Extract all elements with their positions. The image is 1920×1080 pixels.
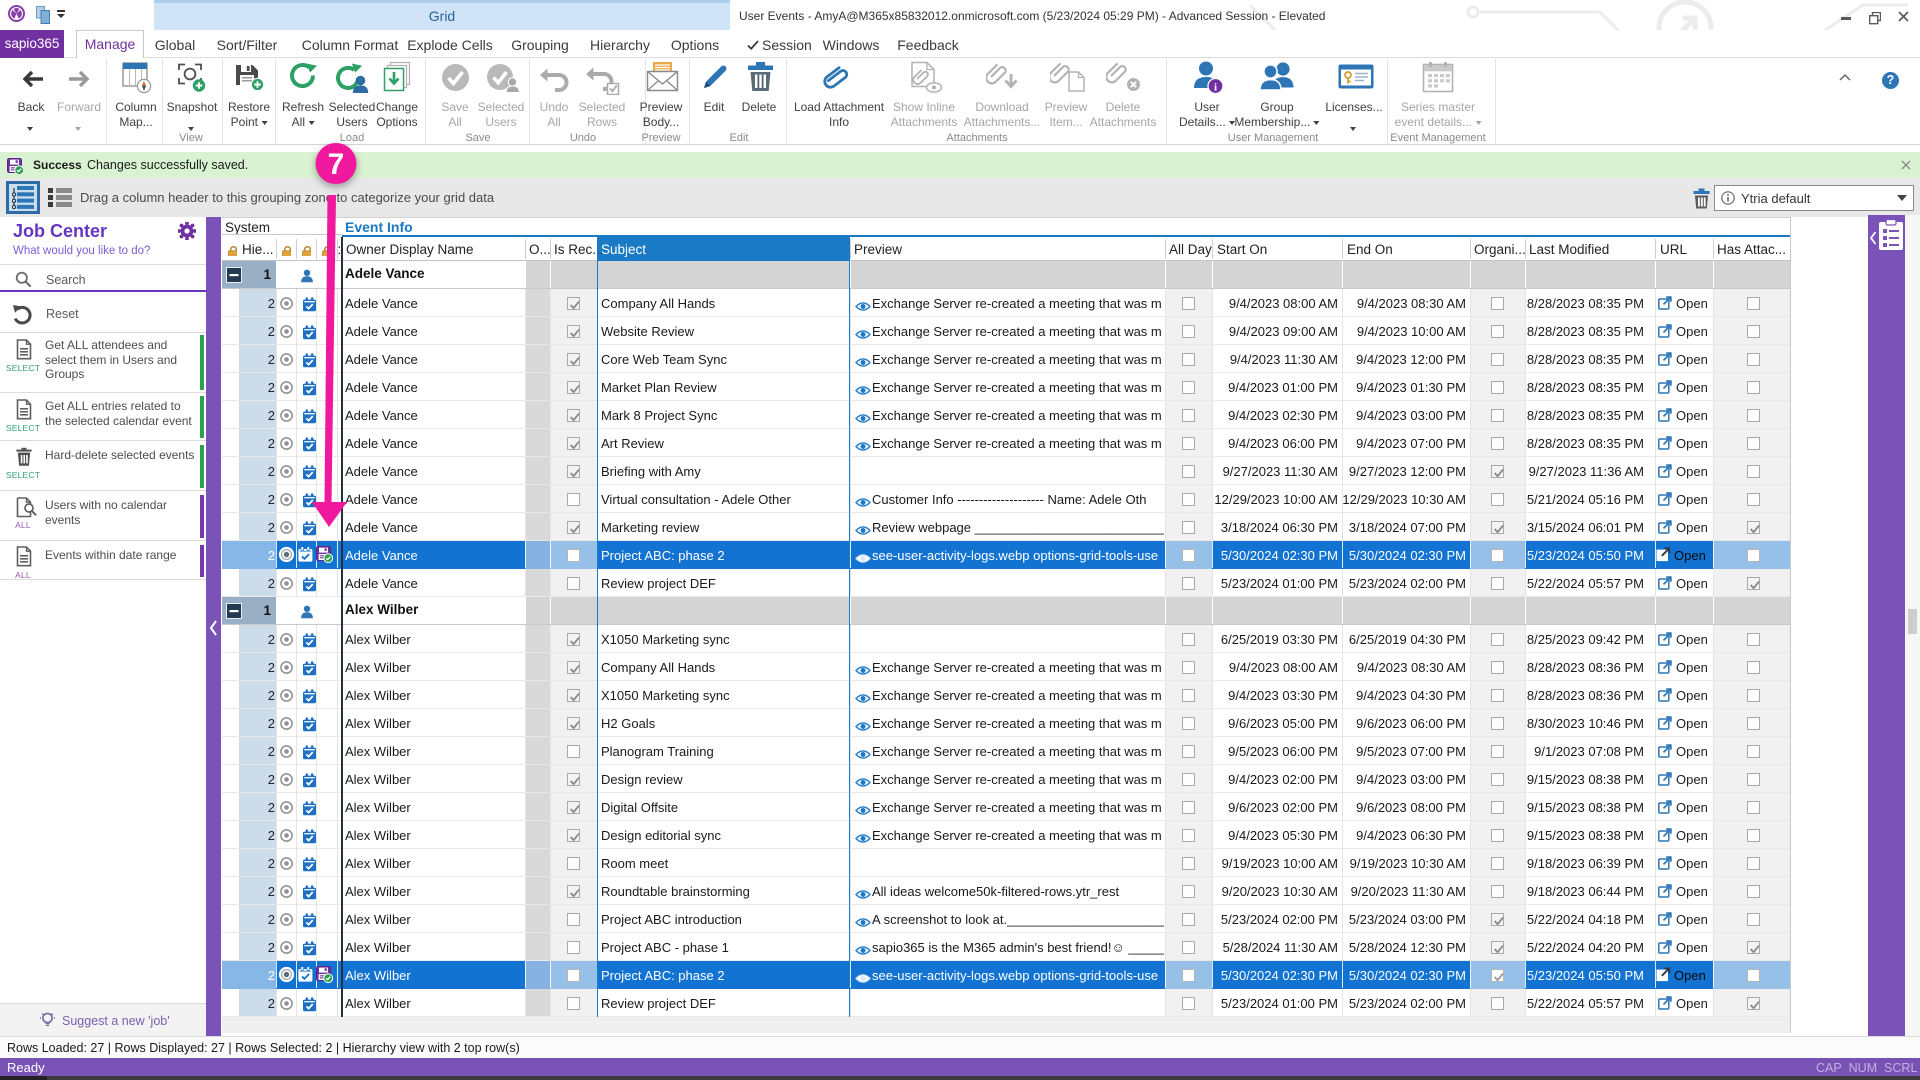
- svg-text:i: i: [1214, 82, 1217, 94]
- svg-text:7: 7: [328, 148, 345, 181]
